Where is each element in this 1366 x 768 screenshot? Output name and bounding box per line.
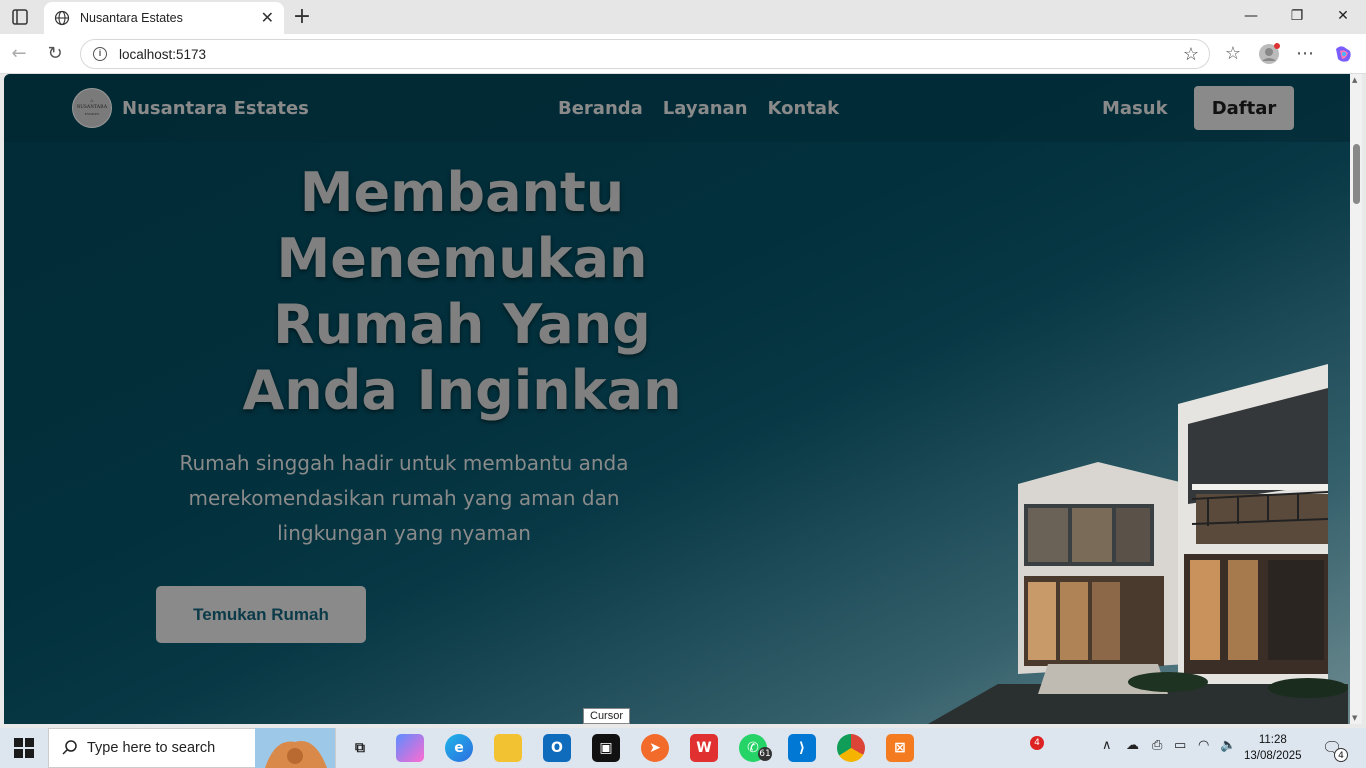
- profile-avatar-icon[interactable]: [1258, 43, 1280, 65]
- url-text: localhost:5173: [119, 46, 207, 62]
- site-logo[interactable]: ⌂ NUSANTARA ESTATES: [72, 88, 112, 128]
- favorites-icon[interactable]: ☆: [1222, 43, 1244, 65]
- more-options-icon[interactable]: ⋯: [1294, 43, 1316, 65]
- chrome-icon[interactable]: [837, 734, 865, 762]
- back-icon[interactable]: ←: [8, 43, 30, 65]
- scroll-up-icon[interactable]: ▲: [1352, 76, 1357, 84]
- tab-actions-icon[interactable]: [10, 7, 30, 27]
- cursor-app-icon[interactable]: ▣: [592, 734, 620, 762]
- system-clock[interactable]: 11:28 13/08/2025: [1244, 732, 1302, 764]
- whatsapp-badge: 61: [758, 747, 772, 761]
- wifi-icon[interactable]: ◠: [1198, 738, 1209, 753]
- minimize-icon[interactable]: —: [1228, 8, 1274, 24]
- nav-beranda[interactable]: Beranda: [558, 98, 643, 119]
- browser-tab[interactable]: Nusantara Estates ✕: [44, 2, 284, 34]
- browser-tab-bar: Nusantara Estates ✕ + — ❐ ✕: [0, 0, 1366, 34]
- close-window-icon[interactable]: ✕: [1320, 8, 1366, 24]
- find-house-button[interactable]: Temukan Rumah: [156, 586, 366, 643]
- taskbar-search[interactable]: Type here to search: [48, 728, 336, 768]
- notification-count: 4: [1334, 748, 1348, 762]
- volume-icon[interactable]: 🔈: [1220, 738, 1236, 753]
- web-page: ⌂ NUSANTARA ESTATES Nusantara Estates Be…: [4, 74, 1362, 724]
- main-menu: Beranda Layanan Kontak: [558, 98, 839, 119]
- search-highlight-image: [255, 728, 335, 768]
- house-image: [928, 364, 1348, 724]
- battery-icon[interactable]: ▭: [1174, 738, 1186, 753]
- copilot-icon[interactable]: [1332, 43, 1354, 65]
- reload-icon[interactable]: ↻: [44, 43, 66, 65]
- register-button[interactable]: Daftar: [1194, 86, 1294, 130]
- wps-office-icon[interactable]: W: [690, 734, 718, 762]
- site-navbar: ⌂ NUSANTARA ESTATES Nusantara Estates Be…: [4, 74, 1362, 142]
- login-link[interactable]: Masuk: [1102, 98, 1168, 119]
- tray-badge: 4: [1030, 736, 1044, 750]
- clock-time: 11:28: [1258, 734, 1287, 746]
- task-view-icon[interactable]: ⧉: [346, 734, 374, 762]
- tab-title: Nusantara Estates: [80, 11, 183, 25]
- edge-icon[interactable]: e: [445, 734, 473, 762]
- onedrive-icon[interactable]: ☁: [1126, 738, 1139, 753]
- hero-subtitle: Rumah singgah hadir untuk membantu anda …: [179, 451, 629, 545]
- search-placeholder: Type here to search: [87, 740, 216, 756]
- new-tab-icon[interactable]: +: [290, 4, 314, 29]
- brand-name[interactable]: Nusantara Estates: [122, 98, 309, 119]
- meet-now-icon[interactable]: ⎙: [1152, 738, 1162, 753]
- scrollbar-thumb[interactable]: [1353, 144, 1360, 204]
- search-icon: [61, 739, 79, 757]
- windows-start-icon[interactable]: [14, 738, 34, 758]
- vscode-icon[interactable]: ⟩: [788, 734, 816, 762]
- outlook-icon[interactable]: O: [543, 734, 571, 762]
- globe-icon: [54, 10, 70, 26]
- nav-kontak[interactable]: Kontak: [768, 98, 840, 119]
- close-tab-icon[interactable]: ✕: [261, 8, 274, 28]
- windows-taskbar: Type here to search ⧉ e O ▣ ➤ W ✆ 61 ⟩ ⊠…: [0, 728, 1366, 768]
- address-toolbar: ← ↻ i localhost:5173 ☆ ☆ ⋯: [0, 34, 1366, 74]
- site-info-icon[interactable]: i: [93, 47, 107, 61]
- logo-text-bottom: ESTATES: [84, 112, 100, 116]
- scroll-down-icon[interactable]: ▼: [1352, 714, 1357, 722]
- nav-layanan[interactable]: Layanan: [663, 98, 748, 119]
- copilot-taskbar-icon[interactable]: [396, 734, 424, 762]
- page-scrollbar[interactable]: ▲ ▼: [1350, 74, 1362, 724]
- taskbar-tooltip: Cursor: [583, 708, 631, 724]
- file-explorer-icon[interactable]: [494, 734, 522, 762]
- favorite-star-icon[interactable]: ☆: [1183, 44, 1199, 65]
- restore-icon[interactable]: ❐: [1274, 8, 1320, 24]
- hero-title: Membantu Menemukan Rumah Yang Anda Ingin…: [242, 161, 682, 422]
- address-bar[interactable]: i localhost:5173 ☆: [80, 39, 1210, 69]
- clock-date: 13/08/2025: [1244, 750, 1302, 762]
- show-hidden-icons-icon[interactable]: ∧: [1102, 738, 1112, 753]
- postman-icon[interactable]: ➤: [641, 734, 669, 762]
- xampp-icon[interactable]: ⊠: [886, 734, 914, 762]
